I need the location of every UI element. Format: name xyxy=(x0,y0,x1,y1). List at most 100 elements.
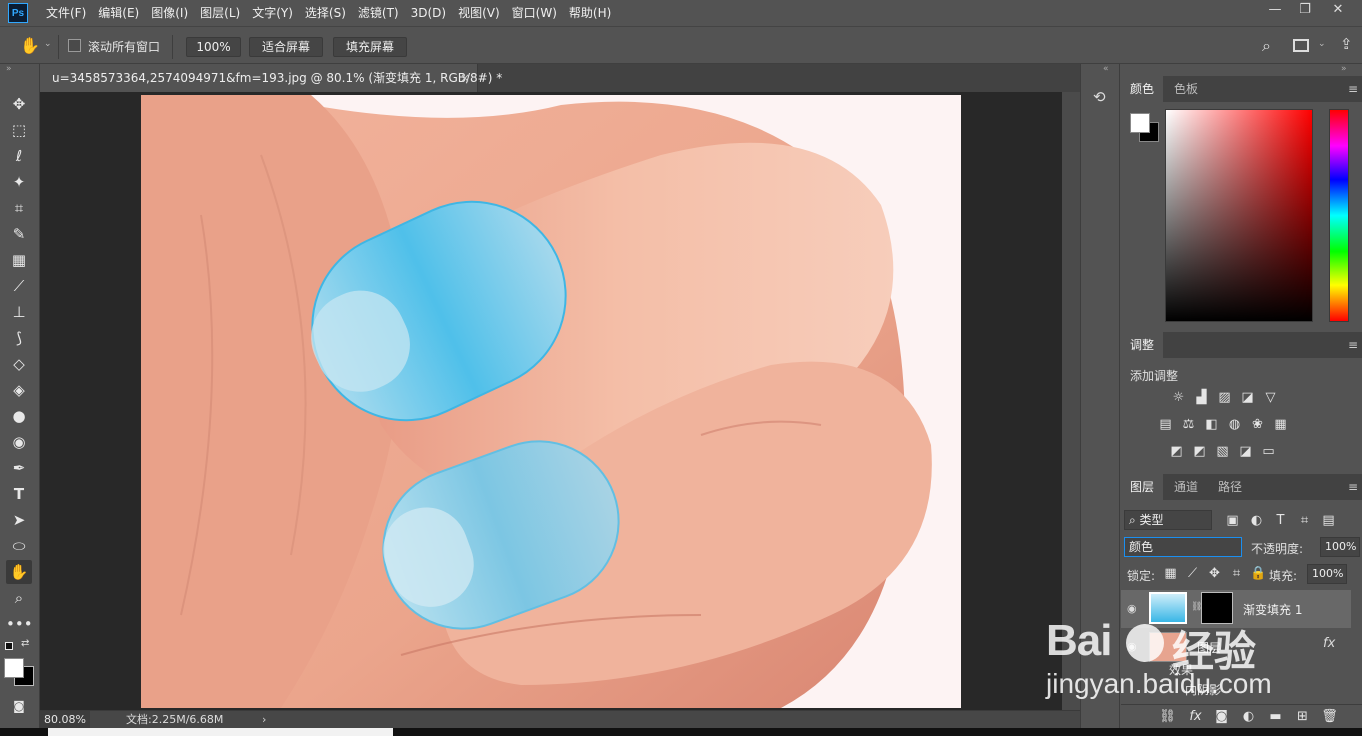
collapse-strip-icon[interactable]: « xyxy=(1103,64,1109,74)
menu-edit[interactable]: 编辑(E) xyxy=(92,0,145,26)
magic-wand-tool-icon[interactable]: ✦ xyxy=(6,170,32,194)
add-style-fx-icon[interactable]: fx xyxy=(1187,709,1204,724)
lock-position-icon[interactable]: ✥ xyxy=(1206,566,1223,581)
paint-bucket-tool-icon[interactable]: ◈ xyxy=(6,378,32,402)
new-layer-icon[interactable]: ⊞ xyxy=(1294,709,1311,724)
tab-swatches[interactable]: 色板 xyxy=(1165,76,1207,102)
history-panel-icon[interactable]: ⟲ xyxy=(1093,88,1106,106)
tab-layers[interactable]: 图层 xyxy=(1121,474,1164,500)
path-selection-tool-icon[interactable]: ➤ xyxy=(6,508,32,532)
layer-row-image[interactable]: ◉ 图层 fx xyxy=(1121,628,1351,666)
filter-pixel-icon[interactable]: ▣ xyxy=(1224,513,1241,528)
selective-color-icon[interactable]: ◪ xyxy=(1237,444,1254,459)
hand-tool-icon[interactable]: ✋ xyxy=(6,560,32,584)
tab-adjustments[interactable]: 调整 xyxy=(1121,332,1164,358)
default-colors-icon[interactable] xyxy=(5,642,13,650)
exposure-icon[interactable]: ◪ xyxy=(1239,390,1256,405)
vibrance-icon[interactable]: ▽ xyxy=(1262,390,1279,405)
fit-screen-button[interactable]: 适合屏幕 xyxy=(249,37,323,57)
fill-screen-button[interactable]: 填充屏幕 xyxy=(333,37,407,57)
workspace-icon[interactable] xyxy=(1293,39,1309,52)
threshold-icon[interactable]: ▧ xyxy=(1214,444,1231,459)
foreground-color-swatch[interactable] xyxy=(1130,113,1150,133)
restore-button[interactable]: ❐ xyxy=(1289,0,1321,22)
panel-menu-icon[interactable]: ≡ xyxy=(1348,76,1358,102)
document-image[interactable] xyxy=(141,95,961,708)
scroll-all-checkbox[interactable] xyxy=(68,39,81,52)
hue-slider[interactable] xyxy=(1329,109,1349,322)
filter-shape-icon[interactable]: ⌗ xyxy=(1296,513,1313,528)
status-menu-arrow-icon[interactable]: › xyxy=(262,711,266,728)
invert-icon[interactable]: ◩ xyxy=(1168,444,1185,459)
eraser-tool-icon[interactable]: ◇ xyxy=(6,352,32,376)
black-white-icon[interactable]: ◧ xyxy=(1203,417,1220,432)
lock-artboard-icon[interactable]: ⌗ xyxy=(1228,566,1245,581)
opacity-field[interactable]: 100% xyxy=(1320,537,1360,557)
zoom-tool-icon[interactable]: ⌕ xyxy=(6,586,32,610)
color-field[interactable] xyxy=(1165,109,1313,322)
brightness-icon[interactable]: ☼ xyxy=(1170,390,1187,405)
close-button[interactable]: ✕ xyxy=(1322,0,1354,22)
new-group-icon[interactable]: ▬ xyxy=(1267,709,1284,724)
posterize-icon[interactable]: ◩ xyxy=(1191,444,1208,459)
vertical-scrollbar[interactable] xyxy=(1062,92,1080,710)
document-tab[interactable]: u=3458573364,2574094971&fm=193.jpg @ 80.… xyxy=(40,64,502,92)
layer-filter-select[interactable]: ⌕ 类型 xyxy=(1124,510,1212,530)
channel-mixer-icon[interactable]: ❀ xyxy=(1249,417,1266,432)
lock-transparent-icon[interactable]: ▦ xyxy=(1162,566,1179,581)
dodge-tool-icon[interactable]: ◉ xyxy=(6,430,32,454)
menu-layer[interactable]: 图层(L) xyxy=(194,0,246,26)
history-brush-tool-icon[interactable]: ⟆ xyxy=(6,326,32,350)
visibility-eye-icon[interactable]: ◉ xyxy=(1127,602,1137,615)
pen-tool-icon[interactable]: ✒ xyxy=(6,456,32,480)
color-balance-icon[interactable]: ⚖ xyxy=(1180,417,1197,432)
new-adjustment-layer-icon[interactable]: ◐ xyxy=(1240,709,1257,724)
healing-brush-tool-icon[interactable]: ▦ xyxy=(6,248,32,272)
fill-field[interactable]: 100% xyxy=(1307,564,1347,584)
move-tool-icon[interactable]: ✥ xyxy=(6,92,32,116)
filter-adjustment-icon[interactable]: ◐ xyxy=(1248,513,1265,528)
curves-icon[interactable]: ▨ xyxy=(1216,390,1233,405)
tab-color[interactable]: 颜色 xyxy=(1121,76,1164,102)
hand-tool-icon[interactable]: ✋ xyxy=(20,36,40,56)
type-tool-icon[interactable]: T xyxy=(6,482,32,506)
menu-window[interactable]: 窗口(W) xyxy=(506,0,563,26)
menu-file[interactable]: 文件(F) xyxy=(40,0,92,26)
blur-tool-icon[interactable]: ● xyxy=(6,404,32,428)
visibility-eye-icon[interactable]: ◉ xyxy=(1127,640,1137,653)
collapse-panels-icon[interactable]: » xyxy=(1341,64,1347,74)
menu-help[interactable]: 帮助(H) xyxy=(563,0,617,26)
link-layers-icon[interactable]: ⛓ xyxy=(1159,709,1176,724)
eyedropper-tool-icon[interactable]: ✎ xyxy=(6,222,32,246)
layer-effects-fx-icon[interactable]: fx xyxy=(1323,636,1335,651)
more-tools-icon[interactable]: ••• xyxy=(6,612,33,636)
quick-mask-icon[interactable]: ◙ xyxy=(6,694,32,718)
panel-menu-icon[interactable]: ≡ xyxy=(1348,332,1358,358)
menu-type[interactable]: 文字(Y) xyxy=(246,0,299,26)
collapse-toolbox-icon[interactable]: » xyxy=(6,64,12,74)
menu-filter[interactable]: 滤镜(T) xyxy=(352,0,405,26)
zoom-100-button[interactable]: 100% xyxy=(186,37,241,57)
levels-icon[interactable]: ▟ xyxy=(1193,390,1210,405)
color-lookup-icon[interactable]: ▦ xyxy=(1272,417,1289,432)
stamp-tool-icon[interactable]: ⊥ xyxy=(6,300,32,324)
menu-image[interactable]: 图像(I) xyxy=(145,0,194,26)
tab-paths[interactable]: 路径 xyxy=(1209,474,1251,500)
layer-row-gradient-fill[interactable]: ◉ ⛓ 渐变填充 1 xyxy=(1121,590,1351,628)
foreground-color-swatch[interactable] xyxy=(4,658,24,678)
share-icon[interactable]: ⇪ xyxy=(1340,35,1353,53)
panel-menu-icon[interactable]: ≡ xyxy=(1348,474,1358,500)
hue-saturation-icon[interactable]: ▤ xyxy=(1157,417,1174,432)
close-document-icon[interactable]: × xyxy=(460,64,470,92)
filter-smart-object-icon[interactable]: ▤ xyxy=(1320,513,1337,528)
gradient-map-icon[interactable]: ▭ xyxy=(1260,444,1277,459)
delete-layer-icon[interactable]: 🗑 xyxy=(1321,709,1338,724)
marquee-tool-icon[interactable]: ⬚ xyxy=(6,118,32,142)
minimize-button[interactable]: — xyxy=(1259,0,1291,22)
menu-select[interactable]: 选择(S) xyxy=(299,0,352,26)
search-icon[interactable]: ⌕ xyxy=(1262,36,1271,56)
layer-mask-thumbnail[interactable] xyxy=(1201,592,1233,624)
ellipse-tool-icon[interactable]: ⬭ xyxy=(6,534,32,558)
lock-all-icon[interactable]: 🔒 xyxy=(1250,566,1267,581)
lasso-tool-icon[interactable]: ℓ xyxy=(6,144,32,168)
